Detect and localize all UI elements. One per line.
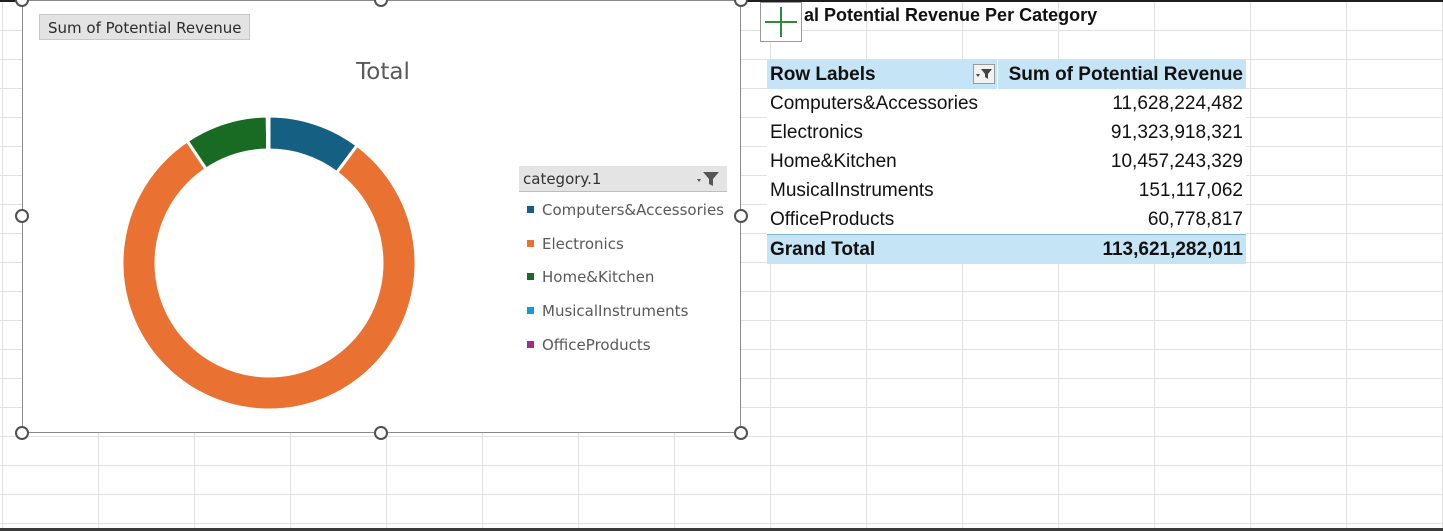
legend-item-home-kitchen[interactable]: Home&Kitchen <box>527 268 654 286</box>
pivot-header-row-labels[interactable]: Row Labels <box>770 64 876 86</box>
legend-swatch <box>527 206 534 213</box>
legend-filter-label: category.1 <box>523 170 602 188</box>
plus-icon-vertical <box>780 7 782 37</box>
grand-total-label: Grand Total <box>770 239 876 260</box>
donut-plot[interactable] <box>121 114 417 412</box>
pivot-grand-total-row[interactable]: Grand Total 113,621,282,011 <box>767 234 1246 264</box>
pivot-row[interactable]: Home&Kitchen 10,457,243,329 <box>767 147 1246 176</box>
pivot-row-label: Electronics <box>770 122 863 143</box>
legend-item-electronics[interactable]: Electronics <box>527 235 624 253</box>
pivot-row-label: Home&Kitchen <box>770 151 897 172</box>
chart-elements-button[interactable] <box>760 2 802 42</box>
pivot-header-row: Row Labels Sum of Potential Revenue <box>767 60 1246 90</box>
resize-handle-bottom-left[interactable] <box>15 426 29 440</box>
legend-item-computers[interactable]: Computers&Accessories <box>527 201 724 219</box>
pivot-row-value: 11,628,224,482 <box>1112 93 1243 114</box>
legend-item-musical[interactable]: MusicalInstruments <box>527 302 688 320</box>
pivot-row[interactable]: MusicalInstruments 151,117,062 <box>767 176 1246 205</box>
pivot-row[interactable]: OfficeProducts 60,778,817 <box>767 205 1246 234</box>
pivot-row-label: OfficeProducts <box>770 209 895 230</box>
legend-label: MusicalInstruments <box>542 302 689 320</box>
pivot-row[interactable]: Electronics 91,323,918,321 <box>767 118 1246 147</box>
chart-field-button[interactable]: Sum of Potential Revenue <box>39 14 251 40</box>
chart-title[interactable]: Total <box>323 59 443 85</box>
legend-label: Electronics <box>542 235 624 253</box>
pivot-row-value: 10,457,243,329 <box>1110 151 1243 172</box>
resize-handle-right[interactable] <box>734 209 748 223</box>
legend-label: OfficeProducts <box>542 336 651 354</box>
filter-icon <box>697 172 719 186</box>
resize-handle-left[interactable] <box>15 209 29 223</box>
legend-swatch <box>527 341 534 348</box>
grand-total-value: 113,621,282,011 <box>1102 239 1243 260</box>
legend-filter-button[interactable]: category.1 <box>519 166 727 192</box>
sheet-title-cell[interactable]: al Potential Revenue Per Category <box>804 5 1097 26</box>
row-labels-filter-button[interactable] <box>973 64 995 84</box>
pivot-row-label: Computers&Accessories <box>770 93 979 114</box>
resize-handle-bottom-right[interactable] <box>734 426 748 440</box>
legend-swatch <box>527 307 534 314</box>
pivot-header-value[interactable]: Sum of Potential Revenue <box>1009 64 1243 86</box>
legend-swatch <box>527 273 534 280</box>
pivot-row-value: 60,778,817 <box>1147 209 1243 230</box>
filter-dropdown-icon <box>976 69 992 79</box>
pivot-row-value: 151,117,062 <box>1138 180 1243 201</box>
legend-label: Home&Kitchen <box>542 268 655 286</box>
pivot-row-value: 91,323,918,321 <box>1110 122 1243 143</box>
legend-item-office[interactable]: OfficeProducts <box>527 336 651 354</box>
header-divider <box>997 60 998 89</box>
legend-label: Computers&Accessories <box>542 201 724 219</box>
donut-chart[interactable]: Sum of Potential Revenue Total category.… <box>22 0 741 433</box>
legend-swatch <box>527 240 534 247</box>
pivot-row[interactable]: Computers&Accessories 11,628,224,482 <box>767 89 1246 118</box>
donut-slice-electronics[interactable] <box>121 138 417 412</box>
pivot-row-label: MusicalInstruments <box>770 180 934 201</box>
donut-slice-home-kitchen[interactable] <box>185 114 270 172</box>
resize-handle-bottom[interactable] <box>374 426 388 440</box>
